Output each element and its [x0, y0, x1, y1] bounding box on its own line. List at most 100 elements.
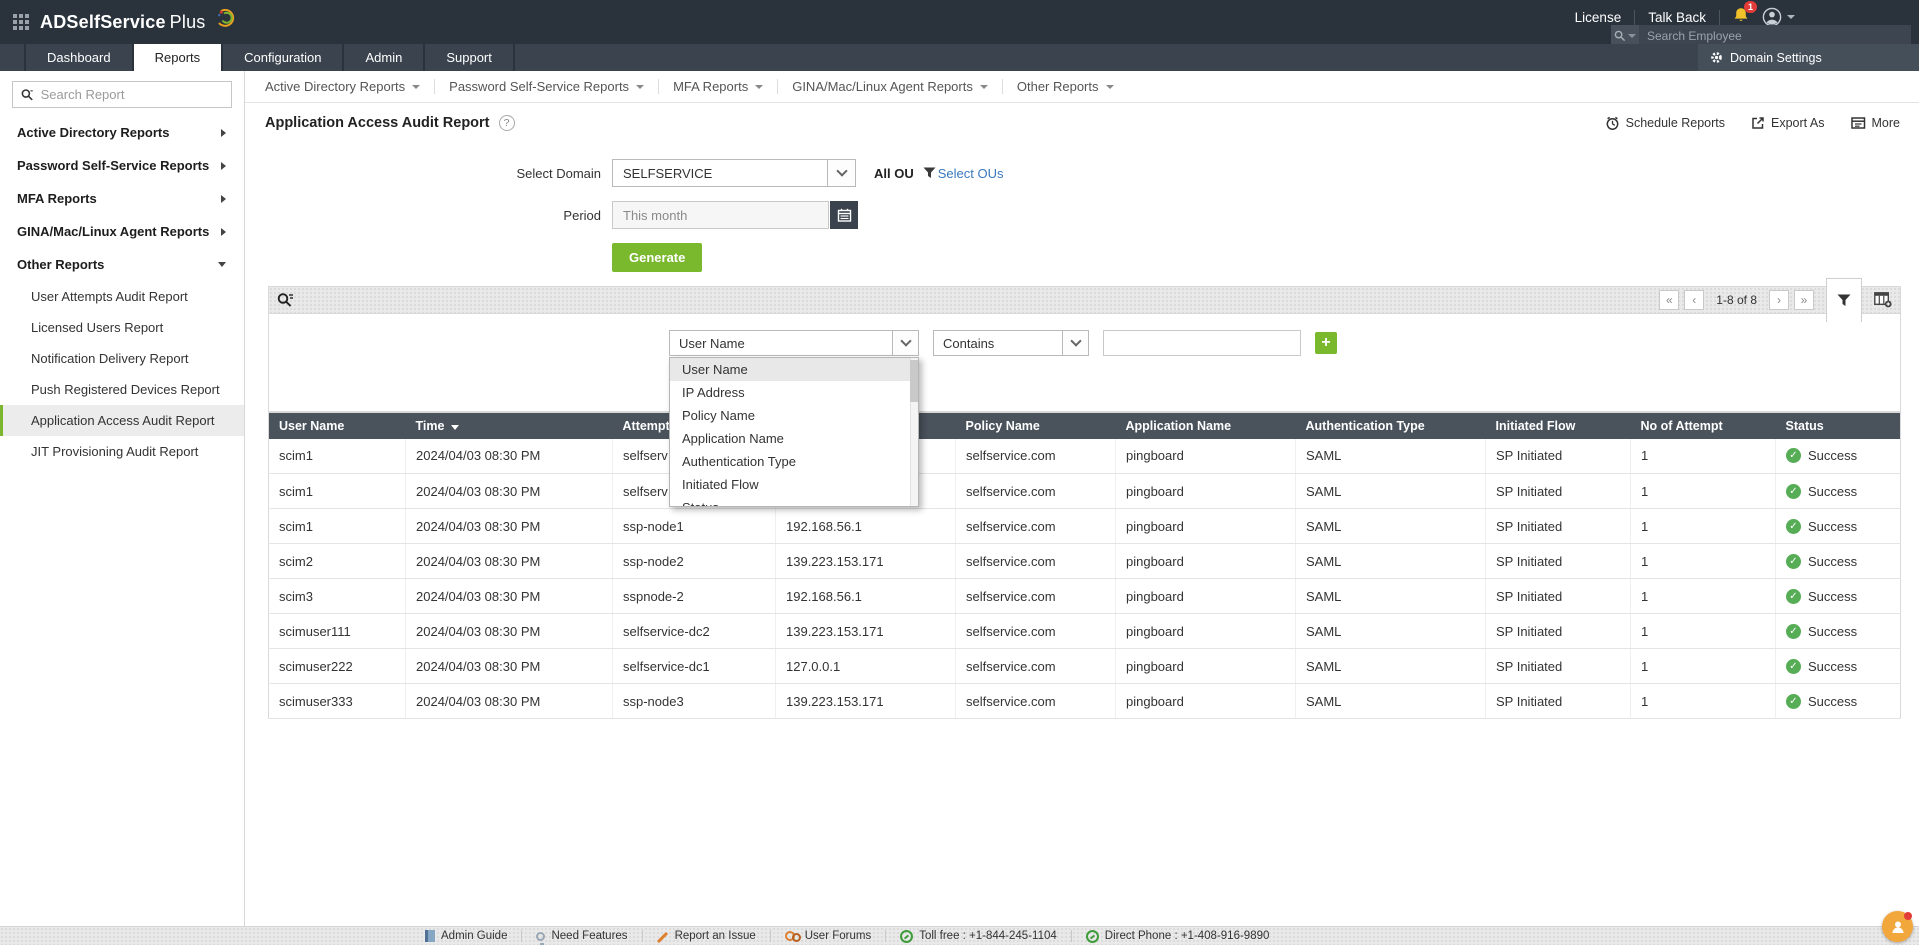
filter-option-application-name[interactable]: Application Name [670, 427, 918, 450]
calendar-button[interactable] [830, 201, 858, 229]
tab-reports[interactable]: Reports [133, 44, 224, 71]
sidebar-item-gina-mac-linux-agent-reports[interactable]: GINA/Mac/Linux Agent Reports [0, 215, 244, 248]
generate-button[interactable]: Generate [612, 243, 703, 272]
footer-link-toll-free-1-844-245-1104[interactable]: Toll free : +1-844-245-1104 [900, 929, 1057, 943]
column-header-authentication-type[interactable]: Authentication Type [1295, 412, 1486, 439]
other-reports-sublist: User Attempts Audit Report Licensed Users… [0, 281, 244, 467]
status-text: Success [1808, 693, 1858, 709]
scrollbar-thumb[interactable] [910, 360, 918, 402]
user-menu[interactable] [1762, 7, 1795, 27]
cell-application-name: pingboard [1115, 683, 1296, 719]
sidebar-item-notification-delivery-report[interactable]: Notification Delivery Report [0, 343, 244, 374]
footer-link-report-an-issue[interactable]: Report an Issue [657, 930, 756, 942]
tab-dashboard[interactable]: Dashboard [24, 44, 134, 71]
help-icon[interactable]: ? [498, 115, 515, 131]
category-password-self-service-reports[interactable]: Password Self-Service Reports [435, 79, 658, 94]
sidebar-menu: Active Directory Reports Password Self-Se… [0, 116, 244, 467]
first-page-button[interactable]: « [1659, 290, 1680, 310]
sidebar-item-application-access-audit-report[interactable]: Application Access Audit Report [0, 405, 244, 436]
chevron-down-icon [412, 84, 421, 89]
footer-link-need-features[interactable]: Need Features [536, 930, 628, 945]
export-as-button[interactable]: Export As [1751, 116, 1825, 130]
footer-link-admin-guide[interactable]: Admin Guide [425, 930, 507, 942]
filter-option-ip-address[interactable]: IP Address [670, 381, 918, 404]
category-mfa-reports[interactable]: MFA Reports [659, 79, 777, 94]
column-header-status[interactable]: Status [1775, 412, 1901, 439]
notification-bell-icon[interactable]: 1 [1733, 1, 1757, 27]
last-page-button[interactable]: » [1794, 290, 1814, 310]
filter-option-policy-name[interactable]: Policy Name [670, 404, 918, 427]
next-page-button[interactable]: › [1769, 290, 1789, 310]
column-header-initiated-flow[interactable]: Initiated Flow [1485, 412, 1631, 439]
talkback-link[interactable]: Talk Back [1648, 10, 1706, 25]
filter-option-status[interactable]: Status [670, 496, 918, 506]
column-header-user-name[interactable]: User Name [268, 412, 406, 439]
cell-no-of-attempt: 1 [1630, 543, 1776, 579]
status-badge: ✓ Success [1786, 623, 1890, 639]
sidebar-item-jit-provisioning-audit-report[interactable]: JIT Provisioning Audit Report [0, 436, 244, 467]
cell-status: ✓ Success [1775, 543, 1901, 579]
logo-swoosh-icon [217, 8, 234, 27]
table-header-row: User NameTimeAttempted FromIP AddressPol… [268, 412, 1901, 439]
cell-time: 2024/04/03 08:30 PM [405, 648, 613, 684]
sidebar-item-user-attempts-audit-report[interactable]: User Attempts Audit Report [0, 281, 244, 312]
sidebar-item-mfa-reports[interactable]: MFA Reports [0, 182, 244, 215]
sidebar-item-other-reports[interactable]: Other Reports [0, 248, 244, 281]
filter-option-user-name[interactable]: User Name [670, 358, 918, 381]
filter-toggle-button[interactable] [1826, 278, 1862, 322]
table-row: scim1 2024/04/03 08:30 PM selfserv selfserv… [268, 473, 1901, 509]
schedule-reports-button[interactable]: Schedule Reports [1605, 116, 1725, 131]
support-chat-button[interactable] [1882, 911, 1913, 942]
tab-configuration[interactable]: Configuration [223, 44, 345, 71]
cell-status: ✓ Success [1775, 473, 1901, 509]
license-link[interactable]: License [1575, 10, 1622, 25]
title-row: Application Access Audit Report ? Schedu… [245, 103, 1919, 143]
column-chooser-button[interactable] [1874, 292, 1892, 308]
cell-user-name: scim1 [268, 508, 406, 544]
cell-authentication-type: SAML [1295, 438, 1486, 474]
add-filter-button[interactable]: + [1315, 332, 1337, 354]
sidebar-item-password-self-service-reports[interactable]: Password Self-Service Reports [0, 149, 244, 182]
apps-grid-icon[interactable] [13, 14, 29, 30]
gear-icon [1711, 52, 1722, 63]
period-input[interactable]: This month [612, 201, 829, 229]
prev-page-button[interactable]: ‹ [1684, 290, 1705, 310]
tab-support[interactable]: Support [425, 44, 515, 71]
employee-search-input[interactable] [1639, 25, 1911, 46]
category-other-reports[interactable]: Other Reports [1003, 79, 1128, 94]
search-icon[interactable] [1611, 25, 1639, 46]
app-logo: ADSelfService Plus [0, 0, 235, 44]
sidebar-item-active-directory-reports[interactable]: Active Directory Reports [0, 116, 244, 149]
column-label: Status [1785, 418, 1824, 433]
domain-settings-button[interactable]: Domain Settings [1698, 44, 1919, 71]
category-gina-mac-linux-agent-reports[interactable]: GINA/Mac/Linux Agent Reports [778, 79, 1002, 94]
filter-operator-select[interactable]: Contains [933, 330, 1089, 356]
cell-time: 2024/04/03 08:30 PM [405, 543, 613, 579]
filter-value-input[interactable] [1103, 330, 1301, 356]
footer-link-user-forums[interactable]: User Forums [784, 930, 871, 942]
column-header-policy-name[interactable]: Policy Name [955, 412, 1116, 439]
chevron-right-icon [221, 161, 226, 170]
filter-option-authentication-type[interactable]: Authentication Type [670, 450, 918, 473]
table-search-icon[interactable] [277, 292, 294, 308]
category-active-directory-reports[interactable]: Active Directory Reports [265, 79, 434, 94]
dropdown-scrollbar[interactable] [910, 358, 918, 506]
report-search-input[interactable] [40, 87, 223, 102]
footer-link-direct-phone-1-408-916-9890[interactable]: Direct Phone : +1-408-916-9890 [1085, 929, 1269, 943]
tab-admin[interactable]: Admin [344, 44, 426, 71]
filter-field-select[interactable]: User Name [669, 330, 919, 356]
sidebar-item-push-registered-devices-report[interactable]: Push Registered Devices Report [0, 374, 244, 405]
chevron-down-icon [827, 160, 855, 186]
column-header-no-of-attempt[interactable]: No of Attempt [1630, 412, 1776, 439]
sidebar-item-licensed-users-report[interactable]: Licensed Users Report [0, 312, 244, 343]
ou-filter-funnel-icon[interactable] [923, 167, 936, 179]
column-header-application-name[interactable]: Application Name [1115, 412, 1296, 439]
cell-ip-address: 192.168.56.1 [775, 508, 956, 544]
filter-option-initiated-flow[interactable]: Initiated Flow [670, 473, 918, 496]
domain-select[interactable]: SELFSERVICE [612, 159, 856, 187]
more-button[interactable]: More [1850, 116, 1900, 130]
status-text: Success [1808, 518, 1858, 534]
cell-user-name: scimuser333 [268, 683, 406, 719]
column-header-time[interactable]: Time [405, 412, 613, 439]
select-ous-link[interactable]: Select OUs [938, 166, 1004, 181]
